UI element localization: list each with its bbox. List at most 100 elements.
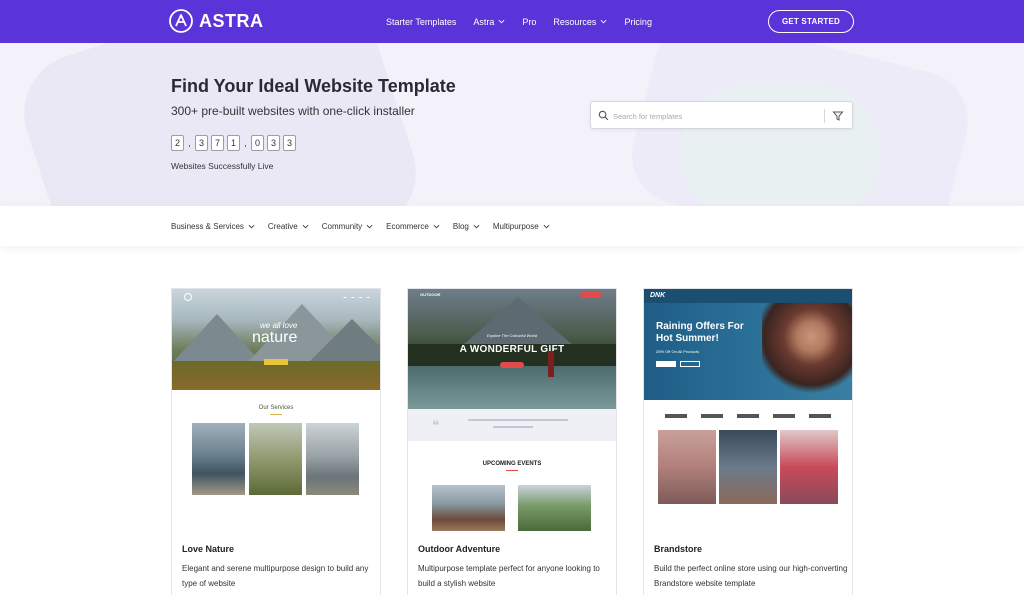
category-business-services[interactable]: Business & Services bbox=[171, 222, 255, 231]
template-card-brandstore[interactable]: DNK Raining Offers For Hot Summer! 25% O… bbox=[643, 288, 853, 595]
preview-logo bbox=[809, 414, 831, 418]
category-label: Business & Services bbox=[171, 221, 244, 231]
category-label: Creative bbox=[267, 221, 298, 231]
preview-logo bbox=[737, 414, 759, 418]
preview-hero-image: DNK Raining Offers For Hot Summer! 25% O… bbox=[644, 289, 852, 400]
hero-section: Find Your Ideal Website Template 300+ pr… bbox=[0, 43, 1024, 206]
template-title[interactable]: Outdoor Adventure bbox=[418, 544, 500, 554]
template-preview[interactable]: DNK Raining Offers For Hot Summer! 25% O… bbox=[644, 289, 852, 531]
category-blog[interactable]: Blog bbox=[453, 222, 480, 231]
nav-label: Astra bbox=[473, 16, 495, 27]
template-description: Multipurpose template perfect for anyone… bbox=[418, 564, 600, 588]
counter-digit: 1 bbox=[227, 135, 240, 151]
counter-separator: , bbox=[188, 138, 191, 148]
category-creative[interactable]: Creative bbox=[268, 222, 309, 231]
preview-nav-button bbox=[580, 292, 602, 298]
preview-model-image bbox=[762, 303, 852, 400]
preview-service-image bbox=[249, 423, 302, 495]
counter-digit: 2 bbox=[171, 135, 184, 151]
preview-event-image bbox=[432, 485, 505, 531]
template-card-outdoor-adventure[interactable]: OUTDOOR Explore The Colourful World A WO… bbox=[407, 288, 617, 595]
nav-label: Resources bbox=[553, 16, 597, 27]
preview-logo bbox=[773, 414, 795, 418]
preview-hero-big: nature bbox=[252, 329, 298, 346]
hero-decor-shape bbox=[8, 43, 432, 206]
category-multipurpose[interactable]: Multipurpose bbox=[493, 222, 550, 231]
template-preview[interactable]: OUTDOOR Explore The Colourful World A WO… bbox=[408, 289, 616, 531]
page-title: Find Your Ideal Website Template bbox=[171, 76, 456, 96]
logo-text: ASTRA bbox=[199, 10, 264, 31]
template-title[interactable]: Love Nature bbox=[182, 544, 234, 554]
search-icon bbox=[598, 110, 609, 121]
template-title[interactable]: Brandstore bbox=[654, 544, 702, 554]
preview-nav: ▬ ▬ ▬ ▬ bbox=[343, 295, 372, 299]
sites-counter: 2 , 3 7 1 , 0 3 3 bbox=[171, 135, 296, 151]
preview-section-title: Our Services bbox=[258, 405, 294, 411]
preview-section-title: UPCOMING EVENTS bbox=[482, 461, 542, 467]
counter-separator: , bbox=[244, 138, 247, 148]
counter-digit: 3 bbox=[283, 135, 296, 151]
get-started-button[interactable]: GET STARTED bbox=[768, 10, 854, 33]
quote-icon: ❝ bbox=[432, 417, 440, 433]
category-ecommerce[interactable]: Ecommerce bbox=[386, 222, 440, 231]
category-list: Business & Services Creative Community E… bbox=[171, 206, 563, 246]
preview-logo bbox=[665, 414, 687, 418]
filter-icon[interactable] bbox=[832, 110, 844, 122]
preview-nav bbox=[644, 289, 852, 303]
astra-logo-icon bbox=[169, 9, 193, 33]
counter-digit: 0 bbox=[251, 135, 264, 151]
nav-astra[interactable]: Astra bbox=[473, 17, 505, 27]
preview-brand-logos bbox=[644, 411, 852, 421]
preview-button bbox=[264, 359, 288, 365]
category-bar: Business & Services Creative Community E… bbox=[0, 206, 1024, 246]
chevron-down-icon bbox=[433, 224, 440, 228]
preview-hero-big: Raining Offers For Hot Summer! bbox=[656, 321, 744, 344]
counter-label: Websites Successfully Live bbox=[171, 161, 274, 171]
nav-pro[interactable]: Pro bbox=[522, 17, 536, 27]
preview-divider bbox=[506, 470, 518, 471]
top-navbar: ASTRA Starter Templates Astra Pro Resour… bbox=[0, 0, 1024, 43]
counter-digit: 3 bbox=[267, 135, 280, 151]
preview-brand: OUTDOOR bbox=[420, 292, 441, 297]
chevron-down-icon bbox=[366, 224, 373, 228]
category-label: Community bbox=[321, 221, 363, 231]
preview-hero-image: OUTDOOR Explore The Colourful World A WO… bbox=[408, 289, 616, 409]
category-community[interactable]: Community bbox=[322, 222, 373, 231]
nav-resources[interactable]: Resources bbox=[553, 17, 607, 27]
chevron-down-icon bbox=[601, 19, 607, 24]
preview-button bbox=[656, 361, 676, 367]
preview-product-image bbox=[658, 430, 716, 504]
preview-product-image bbox=[719, 430, 777, 504]
preview-service-image bbox=[192, 423, 245, 495]
search-input[interactable] bbox=[613, 107, 813, 125]
template-description: Build the perfect online store using our… bbox=[654, 564, 848, 588]
nav-label: Pro bbox=[522, 16, 537, 27]
preview-service-image bbox=[306, 423, 359, 495]
template-description: Elegant and serene multipurpose design t… bbox=[182, 564, 369, 588]
chevron-down-icon bbox=[302, 224, 309, 228]
chevron-down-icon bbox=[498, 19, 505, 24]
preview-hero-image: ▬ ▬ ▬ ▬ we all love nature bbox=[172, 289, 380, 390]
astra-logo[interactable]: ASTRA bbox=[169, 9, 264, 33]
chevron-down-icon bbox=[248, 224, 255, 228]
preview-button bbox=[500, 362, 524, 368]
category-label: Blog bbox=[452, 221, 469, 231]
preview-field bbox=[172, 361, 380, 390]
search-divider bbox=[824, 109, 825, 123]
page-subtitle: 300+ pre-built websites with one-click i… bbox=[171, 104, 415, 118]
preview-button bbox=[680, 361, 700, 367]
template-card-love-nature[interactable]: ▬ ▬ ▬ ▬ we all love nature Our Services … bbox=[171, 288, 381, 595]
counter-digit: 3 bbox=[195, 135, 208, 151]
preview-lake bbox=[408, 366, 616, 409]
preview-hero-small: 25% Off On All Products bbox=[656, 349, 700, 354]
preview-hero-big: A WONDERFUL GIFT bbox=[459, 344, 565, 355]
chevron-down-icon bbox=[543, 224, 550, 228]
chevron-down-icon bbox=[473, 224, 480, 228]
template-search-box bbox=[590, 101, 853, 129]
category-label: Ecommerce bbox=[386, 221, 429, 231]
preview-logo bbox=[184, 293, 192, 301]
template-preview[interactable]: ▬ ▬ ▬ ▬ we all love nature Our Services bbox=[172, 289, 380, 531]
nav-pricing[interactable]: Pricing bbox=[624, 17, 652, 27]
main-nav: Starter Templates Astra Pro Resources Pr… bbox=[386, 0, 669, 43]
nav-starter-templates[interactable]: Starter Templates bbox=[386, 17, 456, 27]
